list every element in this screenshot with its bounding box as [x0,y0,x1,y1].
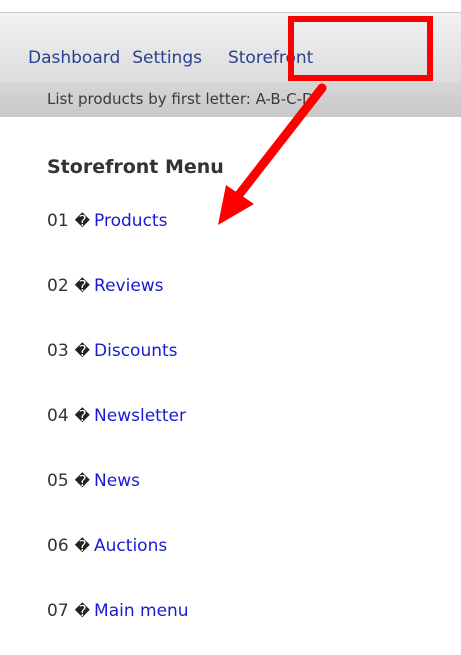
separator-glyph: � [74,277,91,295]
menu-item: 02 � Reviews [47,265,189,330]
menu-item-number: 03 [47,341,69,361]
menu-item-number: 04 [47,406,69,426]
menu-item-number: 01 [47,211,69,231]
menu-link-newsletter[interactable]: Newsletter [94,406,186,426]
menu-link-products[interactable]: Products [94,211,167,231]
menu-link-reviews[interactable]: Reviews [94,276,164,296]
separator-glyph: � [74,602,91,620]
letter-filter-bar: List products by first letter: A-B-C-D- [0,82,461,117]
menu-item: 03 � Discounts [47,330,189,395]
nav-dashboard[interactable]: Dashboard [0,38,126,78]
top-nav-bar: Dashboard Settings Storefront [0,12,461,83]
menu-link-news[interactable]: News [94,471,140,491]
separator-glyph: � [74,407,91,425]
menu-item: 06 � Auctions [47,525,189,590]
storefront-menu-list: 01 � Products 02 � Reviews 03 � Discounts 04 � N… [47,200,189,655]
separator-glyph: � [74,342,91,360]
menu-item-number: 07 [47,601,69,621]
menu-link-main-menu[interactable]: Main menu [94,601,189,621]
menu-item-number: 05 [47,471,69,491]
menu-item: 04 � Newsletter [47,395,189,460]
letter-filter-text: List products by first letter: A-B-C-D- [47,90,319,108]
menu-title: Storefront Menu [47,156,224,178]
nav-storefront[interactable]: Storefront [222,38,319,78]
menu-item: 01 � Products [47,200,189,265]
menu-link-discounts[interactable]: Discounts [94,341,178,361]
menu-item-number: 02 [47,276,69,296]
separator-glyph: � [74,212,91,230]
separator-glyph: � [74,537,91,555]
menu-item: 05 � News [47,460,189,525]
menu-link-auctions[interactable]: Auctions [94,536,167,556]
nav-settings[interactable]: Settings [126,38,208,78]
main-nav: Dashboard Settings Storefront [0,38,319,78]
menu-item-number: 06 [47,536,69,556]
menu-item: 07 � Main menu [47,590,189,655]
separator-glyph: � [74,472,91,490]
